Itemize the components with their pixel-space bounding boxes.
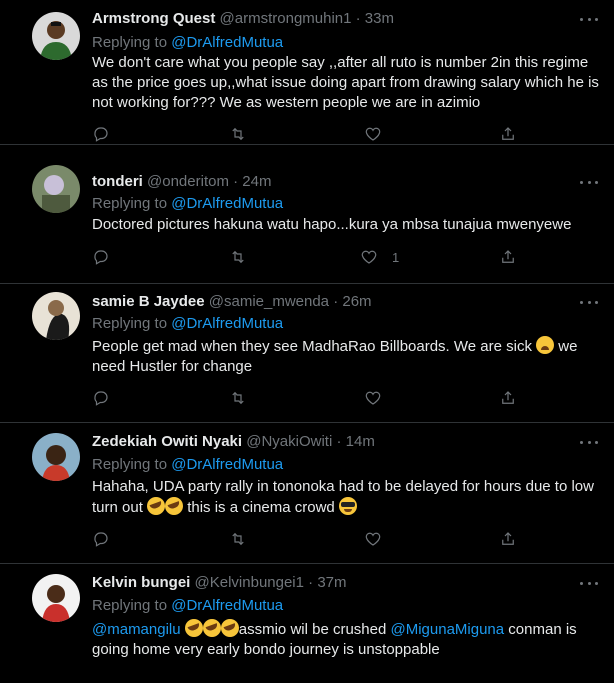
like-button[interactable] bbox=[364, 124, 396, 144]
display-name[interactable]: Armstrong Quest bbox=[92, 10, 215, 27]
tweet-text: We don't care what you people say ,,afte… bbox=[92, 54, 599, 111]
tweet-actions bbox=[92, 529, 522, 549]
display-name[interactable]: Zedekiah Owiti Nyaki bbox=[92, 433, 242, 450]
more-icon[interactable] bbox=[580, 580, 598, 586]
more-icon[interactable] bbox=[580, 179, 598, 185]
replying-label: Replying to bbox=[92, 597, 172, 614]
rolling-laughing-emoji bbox=[147, 497, 166, 515]
reply-button[interactable] bbox=[92, 529, 110, 549]
share-button[interactable] bbox=[499, 124, 517, 144]
replying-label: Replying to bbox=[92, 34, 172, 51]
tweet-actions: 1 bbox=[92, 247, 522, 267]
tired-face-emoji bbox=[536, 336, 555, 354]
avatar[interactable] bbox=[32, 574, 80, 622]
tweet-text: Hahaha, UDA party rally in tononoka had … bbox=[92, 477, 602, 518]
replying-mention[interactable]: @DrAlfredMutua bbox=[171, 315, 283, 332]
tweet-actions bbox=[92, 124, 522, 144]
retweet-button[interactable] bbox=[229, 388, 247, 408]
tweet-header: Zedekiah Owiti Nyaki @NyakiOwiti · 14m bbox=[92, 432, 375, 452]
tweet-text-part: this is a cinema crowd bbox=[183, 499, 339, 516]
display-name[interactable]: Kelvin bungei bbox=[92, 574, 190, 591]
more-icon[interactable] bbox=[580, 16, 598, 22]
mention-link[interactable]: @mamangilu bbox=[92, 621, 181, 638]
tweet[interactable]: tonderi @onderitom · 24m Replying to @Dr… bbox=[0, 145, 614, 284]
replying-to: Replying to @DrAlfredMutua bbox=[92, 596, 283, 616]
like-button[interactable]: 1 bbox=[360, 247, 399, 267]
retweet-button[interactable] bbox=[229, 529, 247, 549]
share-icon bbox=[502, 250, 514, 263]
replying-mention[interactable]: @DrAlfredMutua bbox=[171, 597, 283, 614]
replying-label: Replying to bbox=[92, 456, 172, 473]
rolling-laughing-emoji bbox=[165, 497, 184, 515]
display-name[interactable]: samie B Jaydee bbox=[92, 293, 205, 310]
replying-label: Replying to bbox=[92, 315, 172, 332]
handle-time: @samie_mwenda · 26m bbox=[208, 293, 372, 310]
replying-to: Replying to @DrAlfredMutua bbox=[92, 314, 283, 334]
tweet-text: Doctored pictures hakuna watu hapo...kur… bbox=[92, 216, 572, 233]
reply-button[interactable] bbox=[92, 247, 110, 267]
tweet-header: tonderi @onderitom · 24m bbox=[92, 172, 271, 192]
retweet-icon bbox=[232, 127, 244, 141]
retweet-icon bbox=[232, 250, 244, 264]
more-icon[interactable] bbox=[580, 439, 598, 445]
replying-mention[interactable]: @DrAlfredMutua bbox=[171, 195, 283, 212]
tweet-header: samie B Jaydee @samie_mwenda · 26m bbox=[92, 292, 372, 312]
display-name[interactable]: tonderi bbox=[92, 173, 143, 190]
tweet-text-part: People get mad when they see MadhaRao Bi… bbox=[92, 338, 537, 355]
share-icon bbox=[502, 532, 514, 545]
replying-mention[interactable]: @DrAlfredMutua bbox=[171, 456, 283, 473]
like-icon bbox=[365, 127, 381, 141]
tweet-header: Kelvin bungei @Kelvinbungei1 · 37m bbox=[92, 573, 347, 593]
sunglasses-emoji bbox=[338, 497, 357, 515]
avatar[interactable] bbox=[32, 165, 80, 213]
tweet-text: @mamangilu assmio wil be crushed @Miguna… bbox=[92, 619, 602, 660]
retweet-icon bbox=[232, 532, 244, 546]
replying-to: Replying to @DrAlfredMutua bbox=[92, 455, 283, 475]
rolling-laughing-emoji bbox=[184, 619, 203, 637]
replying-to: Replying to @DrAlfredMutua bbox=[92, 33, 283, 53]
share-button[interactable] bbox=[499, 247, 517, 267]
handle-time: @armstrongmuhin1 · 33m bbox=[219, 10, 394, 27]
share-button[interactable] bbox=[499, 388, 517, 408]
share-icon bbox=[502, 127, 514, 140]
like-button[interactable] bbox=[364, 388, 396, 408]
reply-icon bbox=[94, 250, 108, 265]
reply-icon bbox=[94, 391, 108, 406]
like-button[interactable] bbox=[364, 529, 396, 549]
tweet-text: People get mad when they see MadhaRao Bi… bbox=[92, 336, 602, 377]
tweet-actions bbox=[92, 388, 522, 408]
like-icon bbox=[365, 532, 381, 546]
handle-time: @Kelvinbungei1 · 37m bbox=[194, 574, 347, 591]
tweet[interactable]: Zedekiah Owiti Nyaki @NyakiOwiti · 14m R… bbox=[0, 423, 614, 564]
tweet[interactable]: Armstrong Quest @armstrongmuhin1 · 33m R… bbox=[0, 0, 614, 145]
replying-label: Replying to bbox=[92, 195, 172, 212]
like-icon bbox=[365, 391, 381, 405]
tweet-text-part: assmio wil be crushed bbox=[238, 621, 391, 638]
handle-time: @NyakiOwiti · 14m bbox=[246, 433, 375, 450]
like-count: 1 bbox=[392, 249, 400, 265]
handle-time: @onderitom · 24m bbox=[147, 173, 272, 190]
share-icon bbox=[502, 391, 514, 404]
tweet-header: Armstrong Quest @armstrongmuhin1 · 33m bbox=[92, 9, 394, 29]
avatar[interactable] bbox=[32, 433, 80, 481]
avatar[interactable] bbox=[32, 12, 80, 60]
tweet[interactable]: Kelvin bungei @Kelvinbungei1 · 37m Reply… bbox=[0, 564, 614, 683]
like-icon bbox=[361, 250, 377, 264]
mention-link[interactable]: @MigunaMiguna bbox=[391, 621, 505, 638]
retweet-button[interactable] bbox=[229, 247, 247, 267]
retweet-button[interactable] bbox=[229, 124, 247, 144]
tweet[interactable]: samie B Jaydee @samie_mwenda · 26m Reply… bbox=[0, 284, 614, 423]
reply-icon bbox=[94, 532, 108, 547]
replying-to: Replying to @DrAlfredMutua bbox=[92, 194, 283, 214]
share-button[interactable] bbox=[499, 529, 517, 549]
rolling-laughing-emoji bbox=[202, 619, 221, 637]
retweet-icon bbox=[232, 391, 244, 405]
avatar[interactable] bbox=[32, 292, 80, 340]
rolling-laughing-emoji bbox=[220, 619, 239, 637]
reply-button[interactable] bbox=[92, 124, 110, 144]
replying-mention[interactable]: @DrAlfredMutua bbox=[171, 34, 283, 51]
more-icon[interactable] bbox=[580, 299, 598, 305]
reply-icon bbox=[94, 127, 108, 142]
reply-button[interactable] bbox=[92, 388, 110, 408]
